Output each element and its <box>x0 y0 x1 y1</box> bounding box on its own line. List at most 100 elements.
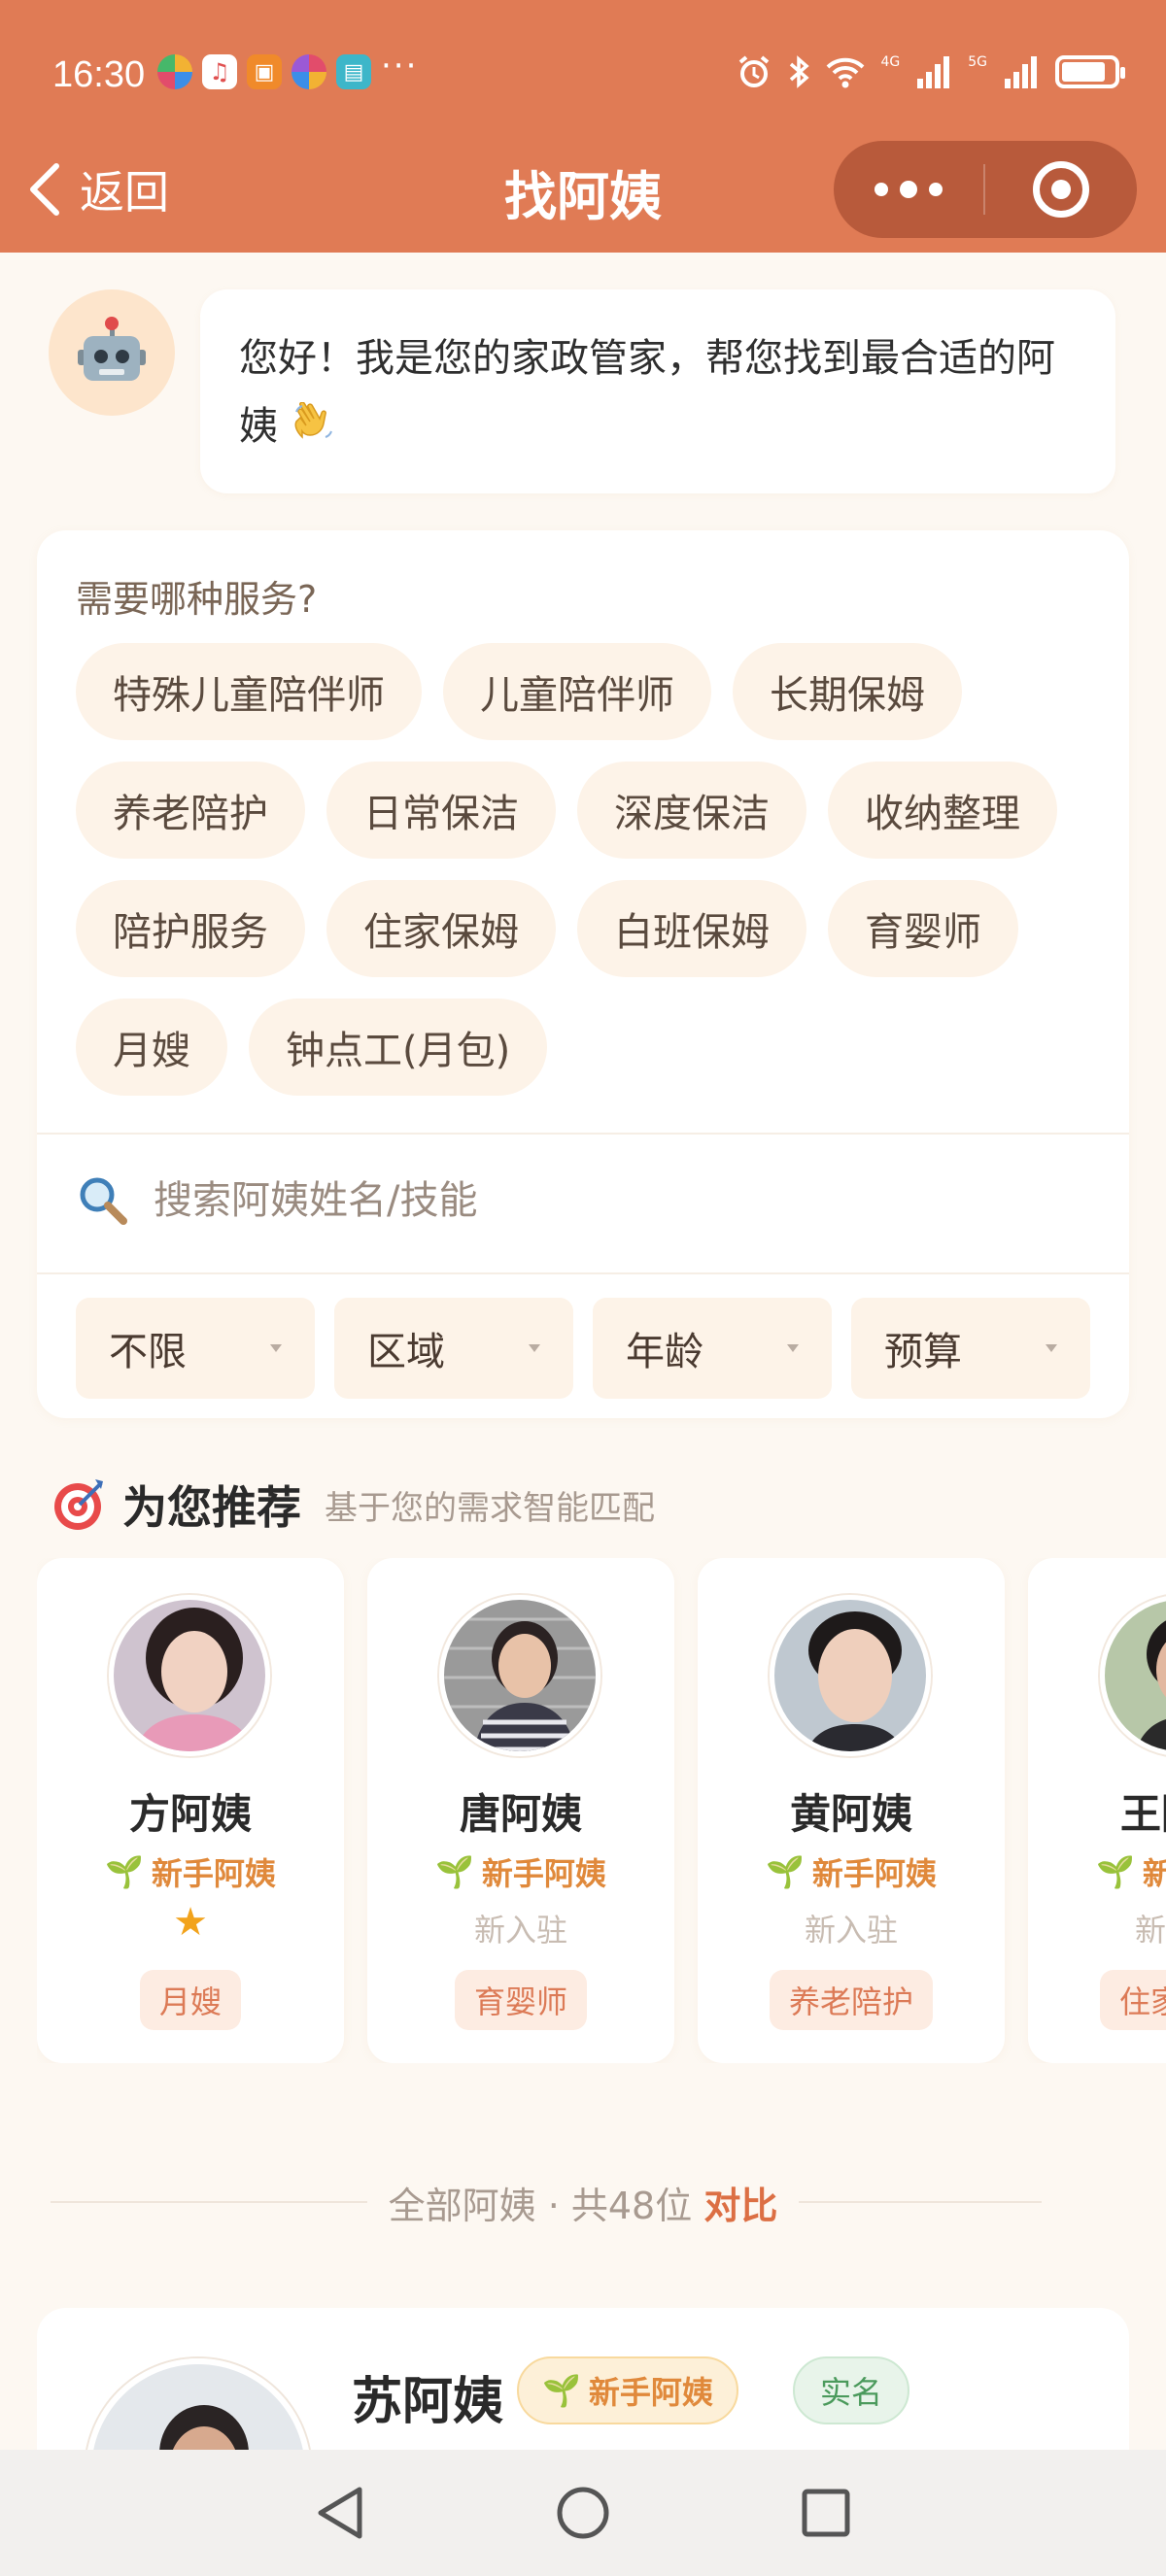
nanny-name: 方阿姨 <box>128 1790 252 1838</box>
status-new: 新入驻 <box>1134 1912 1166 1949</box>
nanny-name: 王阿姨 <box>1119 1790 1166 1838</box>
recommend-carousel[interactable]: 方阿姨 🌱 新手阿姨 ★ 月嫂 唐阿姨 🌱 新手阿姨 新入驻 育婴师 黄阿姨 🌱 新手… <box>37 1558 1166 2063</box>
alarm-icon <box>739 55 770 87</box>
service-chip[interactable]: 收纳整理 <box>828 762 1057 859</box>
battery-icon <box>1055 55 1125 88</box>
nanny-photo <box>109 1595 270 1756</box>
greeting-bubble: 您好！我是您的家政管家，帮您找到最合适的阿姨 <box>200 289 1115 493</box>
system-home-button[interactable] <box>554 2484 612 2542</box>
newbie-badge: 🌱新手阿姨 <box>1028 1849 1166 1894</box>
compare-link[interactable]: 对比 <box>703 2185 777 2227</box>
filter-selects: 不限 区域 年龄 预算 <box>76 1298 1090 1399</box>
caret-down-icon <box>270 1344 282 1352</box>
all-count-label: 全部阿姨 · 共48位 <box>388 2185 693 2227</box>
caret-down-icon <box>787 1344 799 1352</box>
status-new: 新入驻 <box>473 1912 567 1949</box>
badge-label: 新手阿姨 <box>151 1855 276 1892</box>
service-chip[interactable]: 陪护服务 <box>76 880 305 977</box>
service-tag: 住家保姆 <box>1099 1970 1166 2030</box>
select-value: 区域 <box>367 1330 445 1374</box>
recommend-card[interactable]: 方阿姨 🌱 新手阿姨 ★ 月嫂 <box>37 1558 344 2063</box>
nanny-name: 唐阿姨 <box>459 1790 582 1838</box>
status-new: 新入驻 <box>804 1912 898 1949</box>
greeting-text: 您好！我是您的家政管家，帮您找到最合适的阿姨 <box>239 336 1055 449</box>
divider <box>37 1272 1129 1274</box>
caret-down-icon <box>529 1344 540 1352</box>
nav-bar: 返回 找阿姨 <box>0 136 1166 253</box>
target-icon <box>1033 161 1089 218</box>
select-value: 不限 <box>109 1330 187 1374</box>
target-dart-icon <box>54 1479 103 1530</box>
nanny-photo <box>1100 1595 1166 1756</box>
newbie-badge: 🌱新手阿姨 <box>698 1849 1005 1894</box>
service-chip[interactable]: 钟点工(月包) <box>249 999 548 1096</box>
robot-icon <box>78 317 146 383</box>
status-bar: 16:30 ♫ ▣ ▤ ··· 4G 5G <box>0 0 1166 146</box>
sprout-icon: 🌱 <box>105 1853 144 1890</box>
all-nannies-header: 全部阿姨 · 共48位 对比 <box>0 2176 1166 2229</box>
search-input[interactable] <box>154 1178 1086 1223</box>
area-select[interactable]: 区域 <box>334 1298 573 1399</box>
status-app-icons: ♫ ▣ ▤ <box>157 54 371 89</box>
service-chip[interactable]: 特殊儿童陪伴师 <box>76 643 422 740</box>
chip-row: 特殊儿童陪伴师 儿童陪伴师 长期保姆 <box>76 643 1096 740</box>
square-recents-icon <box>802 2489 850 2537</box>
status-right-icons: 4G 5G <box>737 54 1125 89</box>
service-chip[interactable]: 儿童陪伴师 <box>443 643 711 740</box>
newbie-badge: 🌱新手阿姨 <box>37 1849 344 1894</box>
service-chip[interactable]: 住家保姆 <box>326 880 556 977</box>
filter-card: 需要哪种服务? 特殊儿童陪伴师 儿童陪伴师 长期保姆 养老陪护 日常保洁 深度保… <box>37 530 1129 1418</box>
badge-label: 新手阿姨 <box>811 1855 937 1892</box>
status-time: 16:30 <box>52 54 146 95</box>
caret-down-icon <box>1046 1344 1057 1352</box>
triangle-back-icon <box>318 2487 362 2539</box>
status-more-indicator: ··· <box>381 47 419 85</box>
network-5g-label: 5G <box>968 54 987 70</box>
chip-row: 陪护服务 住家保姆 白班保姆 育婴师 <box>76 880 1096 977</box>
more-menu-button[interactable] <box>834 141 983 238</box>
nanny-name: 苏阿姨 <box>352 2373 504 2431</box>
newbie-badge: 🌱新手阿姨 <box>367 1849 674 1894</box>
close-miniprogram-button[interactable] <box>985 161 1137 218</box>
sprout-icon: 🌱 <box>1096 1853 1135 1890</box>
nanny-photo <box>439 1595 600 1756</box>
service-chip[interactable]: 育婴师 <box>828 880 1018 977</box>
recommend-card[interactable]: 黄阿姨 🌱 新手阿姨 新入驻 养老陪护 <box>698 1558 1005 2063</box>
waving-hand-icon <box>294 402 332 439</box>
miniprogram-capsule <box>834 141 1137 238</box>
signal-2-icon <box>1005 56 1037 88</box>
budget-select[interactable]: 预算 <box>851 1298 1090 1399</box>
wifi-icon <box>827 57 865 88</box>
chip-row: 养老陪护 日常保洁 深度保洁 收纳整理 <box>76 762 1096 859</box>
type-select[interactable]: 不限 <box>76 1298 315 1399</box>
recommend-card[interactable]: 唐阿姨 🌱 新手阿姨 新入驻 育婴师 <box>367 1558 674 2063</box>
app-pinwheel-icon <box>157 54 192 89</box>
service-question: 需要哪种服务? <box>76 578 318 621</box>
badge-label: 新手阿姨 <box>588 2374 713 2411</box>
dot-icon <box>874 183 888 196</box>
recommend-title: 为您推荐 <box>122 1481 301 1534</box>
service-chip[interactable]: 白班保姆 <box>577 880 806 977</box>
service-chip[interactable]: 日常保洁 <box>326 762 556 859</box>
service-chip[interactable]: 长期保姆 <box>733 643 962 740</box>
bluetooth-icon <box>790 55 810 88</box>
service-tag: 养老陪护 <box>769 1970 934 2030</box>
assistant-avatar <box>49 289 175 416</box>
header: 16:30 ♫ ▣ ▤ ··· 4G 5G 返回 找阿姨 <box>0 0 1166 253</box>
recommend-card[interactable]: 王阿姨 🌱 新手阿姨 新入驻 住家保姆 <box>1028 1558 1166 2063</box>
service-chip[interactable]: 深度保洁 <box>577 762 806 859</box>
search-bar <box>76 1162 1086 1239</box>
age-select[interactable]: 年龄 <box>593 1298 832 1399</box>
service-chips: 特殊儿童陪伴师 儿童陪伴师 长期保姆 养老陪护 日常保洁 深度保洁 收纳整理 陪… <box>76 643 1096 1117</box>
bus-app-icon: ▣ <box>247 54 282 89</box>
service-tag: 月嫂 <box>139 1970 242 2030</box>
system-back-button[interactable] <box>311 2484 369 2542</box>
app-pinwheel-2-icon <box>292 54 326 89</box>
book-app-icon: ▤ <box>336 54 371 89</box>
chip-row: 月嫂 钟点工(月包) <box>76 999 1096 1096</box>
service-chip[interactable]: 养老陪护 <box>76 762 305 859</box>
network-4g-label: 4G <box>880 54 901 70</box>
service-chip[interactable]: 月嫂 <box>76 999 227 1096</box>
select-value: 预算 <box>884 1330 962 1374</box>
system-recents-button[interactable] <box>797 2484 855 2542</box>
